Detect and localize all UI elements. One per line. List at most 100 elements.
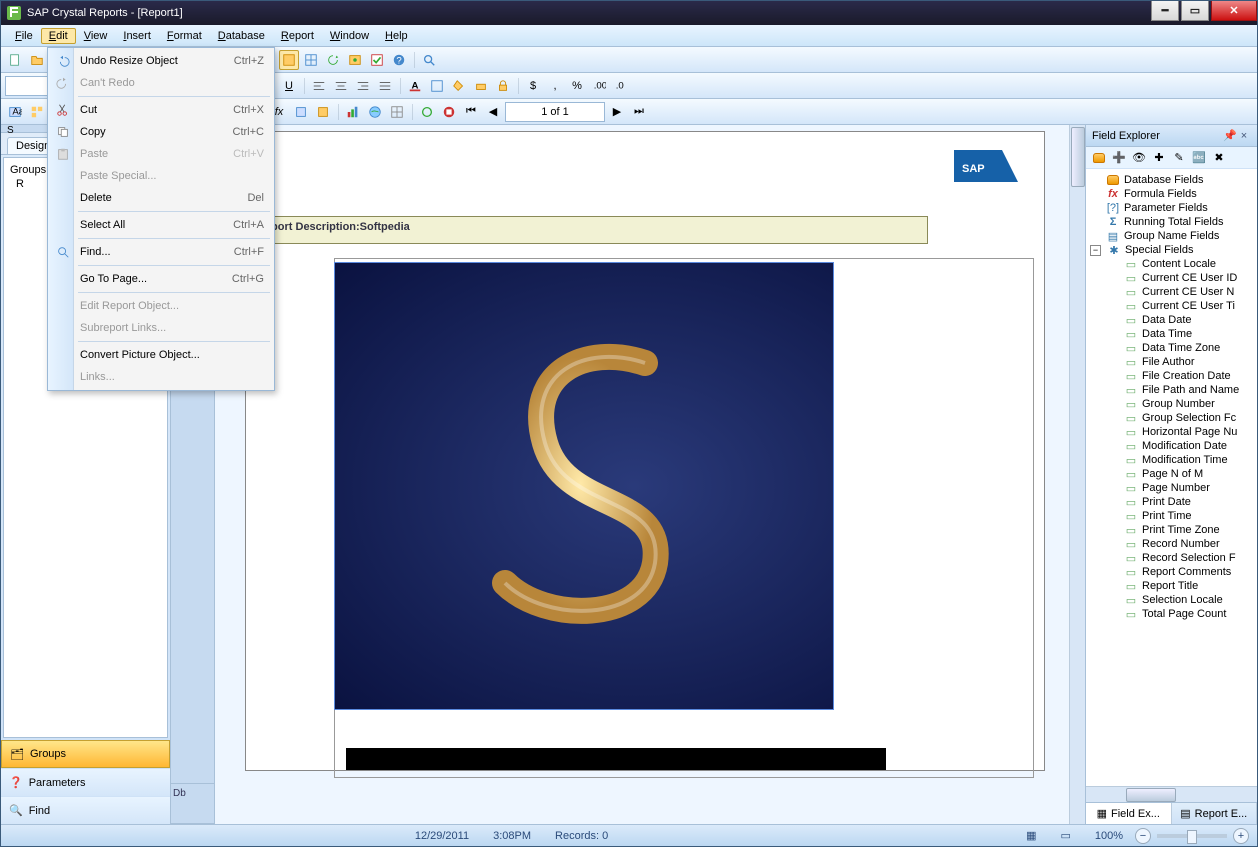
increase-decimals-button[interactable]: .00 bbox=[589, 76, 609, 96]
toggle-grid-button[interactable] bbox=[279, 50, 299, 70]
field-category-running-total-fields[interactable]: ΣRunning Total Fields bbox=[1088, 215, 1255, 229]
menu-file[interactable]: File bbox=[7, 28, 41, 44]
field-category-group-name-fields[interactable]: ▤Group Name Fields bbox=[1088, 229, 1255, 243]
thousands-button[interactable]: , bbox=[545, 76, 565, 96]
field-category-formula-fields[interactable]: fxFormula Fields bbox=[1088, 187, 1255, 201]
special-field-item[interactable]: ▭Current CE User N bbox=[1088, 285, 1255, 299]
last-page-button[interactable]: ⏭ bbox=[629, 102, 649, 122]
special-field-item[interactable]: ▭Report Comments bbox=[1088, 565, 1255, 579]
rename-icon[interactable]: 🔤 bbox=[1190, 149, 1208, 167]
section-label[interactable]: Db bbox=[171, 784, 214, 824]
border-button[interactable] bbox=[427, 76, 447, 96]
special-field-item[interactable]: ▭Group Number bbox=[1088, 397, 1255, 411]
toggle-guidelines-button[interactable] bbox=[301, 50, 321, 70]
special-field-item[interactable]: ▭Data Time Zone bbox=[1088, 341, 1255, 355]
collapse-icon[interactable]: − bbox=[1090, 245, 1101, 256]
prev-page-button[interactable]: ◀ bbox=[483, 102, 503, 122]
select-expert-button[interactable] bbox=[291, 102, 311, 122]
first-page-button[interactable]: ⏮ bbox=[461, 102, 481, 122]
special-field-item[interactable]: ▭Page N of M bbox=[1088, 467, 1255, 481]
special-field-item[interactable]: ▭File Path and Name bbox=[1088, 383, 1255, 397]
open-button[interactable] bbox=[27, 50, 47, 70]
insert-chart-button[interactable] bbox=[343, 102, 363, 122]
menu-edit[interactable]: Edit bbox=[41, 28, 76, 44]
special-field-item[interactable]: ▭Modification Date bbox=[1088, 439, 1255, 453]
menu-item-find[interactable]: Find...Ctrl+F bbox=[50, 241, 272, 263]
delete-icon[interactable]: ✖ bbox=[1210, 149, 1228, 167]
special-field-item[interactable]: ▭Record Selection F bbox=[1088, 551, 1255, 565]
special-field-item[interactable]: ▭Print Date bbox=[1088, 495, 1255, 509]
menu-item-copy[interactable]: CopyCtrl+C bbox=[50, 121, 272, 143]
next-page-button[interactable]: ▶ bbox=[607, 102, 627, 122]
menu-item-delete[interactable]: DeleteDel bbox=[50, 187, 272, 209]
highlighting-expert-button[interactable] bbox=[313, 102, 333, 122]
special-field-item[interactable]: ▭Current CE User ID bbox=[1088, 271, 1255, 285]
zoom-slider[interactable] bbox=[1157, 834, 1227, 838]
layout-icon[interactable]: ▦ bbox=[1014, 829, 1048, 842]
close-panel-icon[interactable]: × bbox=[1237, 130, 1251, 142]
nav-groups[interactable]: 🗂Groups bbox=[1, 740, 170, 768]
underline-button[interactable]: U bbox=[279, 76, 299, 96]
special-field-item[interactable]: ▭Content Locale bbox=[1088, 257, 1255, 271]
menu-insert[interactable]: Insert bbox=[115, 28, 159, 44]
edit-icon[interactable]: ✎ bbox=[1170, 149, 1188, 167]
special-field-item[interactable]: ▭Record Number bbox=[1088, 537, 1255, 551]
help-button[interactable]: ? bbox=[389, 50, 409, 70]
menu-database[interactable]: Database bbox=[210, 28, 273, 44]
percent-button[interactable]: % bbox=[567, 76, 587, 96]
decrease-decimals-button[interactable]: .0 bbox=[611, 76, 631, 96]
special-field-item[interactable]: ▭Selection Locale bbox=[1088, 593, 1255, 607]
field-category-parameter-fields[interactable]: [?]Parameter Fields bbox=[1088, 201, 1255, 215]
special-field-item[interactable]: ▭Group Selection Fc bbox=[1088, 411, 1255, 425]
special-field-item[interactable]: ▭Print Time Zone bbox=[1088, 523, 1255, 537]
menu-help[interactable]: Help bbox=[377, 28, 416, 44]
align-right-button[interactable] bbox=[353, 76, 373, 96]
group-button[interactable] bbox=[27, 102, 47, 122]
picture-object[interactable] bbox=[334, 262, 834, 710]
field-category-database-fields[interactable]: Database Fields bbox=[1088, 173, 1255, 187]
highlight-button[interactable] bbox=[471, 76, 491, 96]
lock-format-button[interactable] bbox=[493, 76, 513, 96]
special-field-item[interactable]: ▭Data Time bbox=[1088, 327, 1255, 341]
special-field-item[interactable]: ▭File Author bbox=[1088, 355, 1255, 369]
special-field-item[interactable]: ▭Horizontal Page Nu bbox=[1088, 425, 1255, 439]
special-field-item[interactable]: ▭Total Page Count bbox=[1088, 607, 1255, 621]
panel-tab-report-e[interactable]: ▤Report E... bbox=[1172, 803, 1258, 824]
nav-find[interactable]: 🔍Find bbox=[1, 796, 170, 824]
report-description-field[interactable]: Report Description:Softpedia bbox=[248, 216, 928, 244]
menu-item-convert-picture-object[interactable]: Convert Picture Object... bbox=[50, 344, 272, 366]
text-object-button[interactable]: Aa bbox=[5, 102, 25, 122]
page-canvas[interactable]: SAP Report Description:Softpedia bbox=[215, 125, 1069, 824]
menu-window[interactable]: Window bbox=[322, 28, 377, 44]
zoom-out-button[interactable]: − bbox=[1135, 828, 1151, 844]
page-icon[interactable]: ▭ bbox=[1048, 829, 1082, 842]
panel-tab-field-ex[interactable]: ▦Field Ex... bbox=[1086, 803, 1172, 824]
maximize-button[interactable]: ▭ bbox=[1181, 1, 1209, 21]
find-button[interactable] bbox=[419, 50, 439, 70]
special-field-item[interactable]: ▭Page Number bbox=[1088, 481, 1255, 495]
stop-button[interactable] bbox=[439, 102, 459, 122]
fill-color-button[interactable] bbox=[449, 76, 469, 96]
insert-field-icon[interactable]: ➕ bbox=[1110, 149, 1128, 167]
vertical-scrollbar[interactable] bbox=[1069, 125, 1085, 824]
special-field-item[interactable]: ▭File Creation Date bbox=[1088, 369, 1255, 383]
special-field-item[interactable]: ▭Report Title bbox=[1088, 579, 1255, 593]
font-color-button[interactable]: A bbox=[405, 76, 425, 96]
check-button[interactable] bbox=[367, 50, 387, 70]
minimize-button[interactable]: ━ bbox=[1151, 1, 1179, 21]
new-formula-icon[interactable]: ✚ bbox=[1150, 149, 1168, 167]
db-icon[interactable] bbox=[1090, 149, 1108, 167]
menu-view[interactable]: View bbox=[76, 28, 116, 44]
pin-icon[interactable]: 📌 bbox=[1223, 129, 1237, 142]
insert-map-button[interactable] bbox=[365, 102, 385, 122]
align-center-button[interactable] bbox=[331, 76, 351, 96]
menu-item-cut[interactable]: CutCtrl+X bbox=[50, 99, 272, 121]
refresh-button[interactable] bbox=[323, 50, 343, 70]
special-field-item[interactable]: ▭Data Date bbox=[1088, 313, 1255, 327]
new-button[interactable] bbox=[5, 50, 25, 70]
align-left-button[interactable] bbox=[309, 76, 329, 96]
menu-format[interactable]: Format bbox=[159, 28, 210, 44]
menu-item-select-all[interactable]: Select AllCtrl+A bbox=[50, 214, 272, 236]
field-tree[interactable]: Database FieldsfxFormula Fields[?]Parame… bbox=[1086, 169, 1257, 786]
menu-item-undo-resize-object[interactable]: Undo Resize ObjectCtrl+Z bbox=[50, 50, 272, 72]
